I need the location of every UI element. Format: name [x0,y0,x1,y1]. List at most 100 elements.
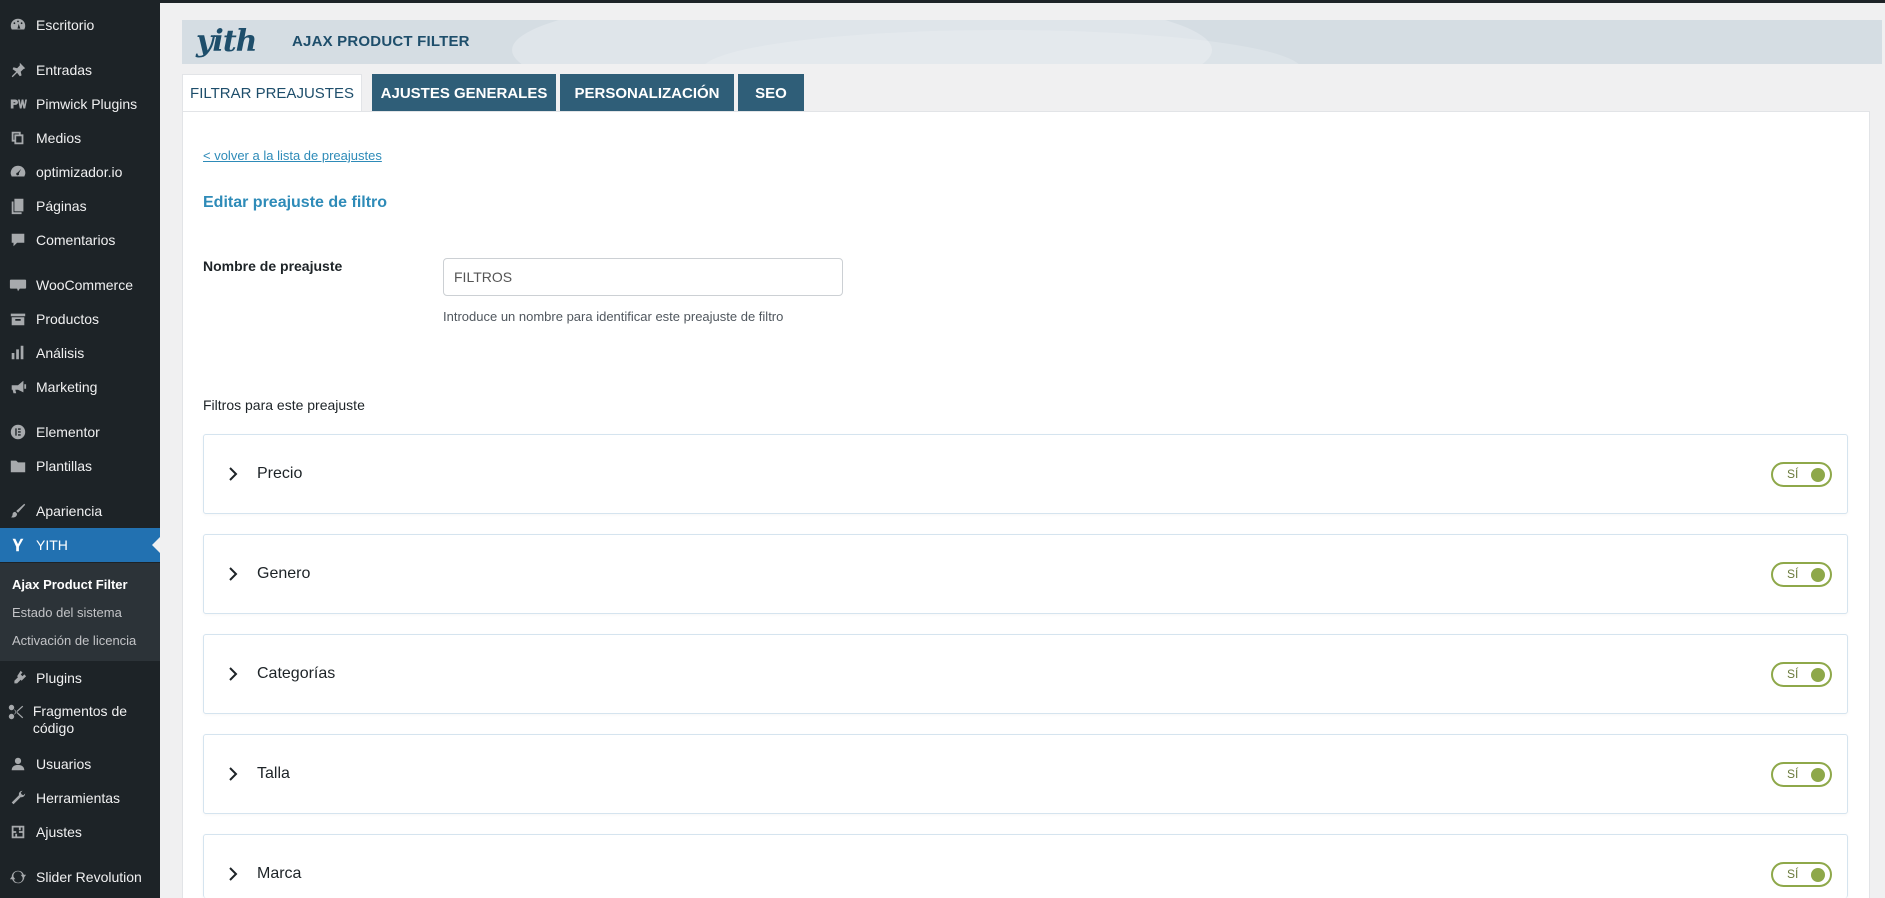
sidebar-item-marketing[interactable]: Marketing [0,370,160,404]
tab-filtrar-preajustes[interactable]: FILTRAR PREAJUSTES [182,74,362,112]
filter-enabled-toggle[interactable]: SÍ [1771,862,1832,887]
toggle-knob [1811,668,1825,682]
yith-submenu: Ajax Product Filter Estado del sistema A… [0,563,160,661]
pin-icon [0,61,36,79]
chevron-right-icon[interactable] [226,563,240,585]
sidebar-item-label: Fragmentos de código [32,703,128,736]
sidebar-item-woocommerce[interactable]: WooCommerce [0,268,160,302]
sidebar-item-ajustes[interactable]: Ajustes [0,815,160,849]
plugins-icon [0,669,36,687]
analytics-icon [0,344,36,362]
filter-row-genero[interactable]: Genero SÍ [203,534,1848,614]
filters-section-title: Filtros para este preajuste [203,397,365,413]
chevron-right-icon[interactable] [226,763,240,785]
sidebar-item-comentarios[interactable]: Comentarios [0,223,160,257]
sidebar-item-paginas[interactable]: Páginas [0,189,160,223]
sidebar-item-analisis[interactable]: Análisis [0,336,160,370]
plugin-header: yith AJAX PRODUCT FILTER [182,20,1882,64]
sidebar-item-label: Herramientas [36,789,121,806]
toggle-knob [1811,868,1825,882]
sidebar-item-yith[interactable]: YITH [0,528,160,562]
toggle-label: SÍ [1787,567,1799,581]
refresh-icon [0,868,36,886]
sidebar-item-plugins[interactable]: Plugins [0,661,160,695]
sidebar-item-slider-revolution[interactable]: Slider Revolution [0,860,160,894]
preset-name-label: Nombre de preajuste [203,258,343,274]
tab-ajustes-generales[interactable]: AJUSTES GENERALES [372,74,556,112]
sidebar-item-optimizador[interactable]: optimizador.io [0,155,160,189]
filter-name: Talla [257,765,290,782]
sidebar-item-productos[interactable]: Productos [0,302,160,336]
sidebar-item-label: Marketing [36,378,98,395]
sidebar-item-label: optimizador.io [36,163,123,180]
admin-top-strip [0,0,1885,3]
sidebar-item-escritorio[interactable]: Escritorio [0,8,160,42]
toggle-label: SÍ [1787,867,1799,881]
plugin-title: AJAX PRODUCT FILTER [292,33,470,50]
sidebar-item-label: YITH [36,536,68,553]
tab-seo[interactable]: SEO [738,74,804,112]
filter-row-marca[interactable]: Marca SÍ [203,834,1848,898]
submenu-item-estado-sistema[interactable]: Estado del sistema [12,605,122,620]
sidebar-item-herramientas[interactable]: Herramientas [0,781,160,815]
gauge-icon [0,163,36,181]
chevron-right-icon[interactable] [226,663,240,685]
filter-row-precio[interactable]: Precio SÍ [203,434,1848,514]
settings-icon [0,823,36,841]
chevron-right-icon[interactable] [226,863,240,885]
scissors-icon [0,703,33,721]
yith-icon [0,536,36,554]
sidebar-item-pimwick[interactable]: Pimwick Plugins [0,87,160,121]
dashboard-icon [0,16,36,34]
filter-row-categorias[interactable]: Categorías SÍ [203,634,1848,714]
sidebar-item-medios[interactable]: Medios [0,121,160,155]
megaphone-icon [0,378,36,396]
sidebar-item-apariencia[interactable]: Apariencia [0,494,160,528]
pimwick-icon [0,95,36,113]
submenu-item-ajax-product-filter[interactable]: Ajax Product Filter [12,577,128,592]
sidebar-item-label: Escritorio [36,16,95,33]
filter-enabled-toggle[interactable]: SÍ [1771,462,1832,487]
woo-icon [0,276,36,294]
sidebar-item-label: Medios [36,129,82,146]
sidebar-item-label: Plugins [36,669,82,686]
sidebar-item-label: Comentarios [36,231,116,248]
sidebar-item-label: Usuarios [36,755,92,772]
toggle-knob [1811,568,1825,582]
media-icon [0,129,36,147]
tab-personalizacion[interactable]: PERSONALIZACIÓN [560,74,734,112]
preset-name-input[interactable] [443,258,843,296]
submenu-item-activacion-licencia[interactable]: Activación de licencia [12,633,136,648]
yith-logo: yith [196,24,257,59]
comments-icon [0,231,36,249]
filter-enabled-toggle[interactable]: SÍ [1771,762,1832,787]
toggle-knob [1811,768,1825,782]
folder-icon [0,457,36,475]
filter-enabled-toggle[interactable]: SÍ [1771,662,1832,687]
filter-name: Marca [257,865,302,882]
sidebar-item-label: Análisis [36,344,85,361]
filter-row-talla[interactable]: Talla SÍ [203,734,1848,814]
sidebar-item-elementor[interactable]: Elementor [0,415,160,449]
sidebar-item-fragmentos[interactable]: Fragmentos de código [0,695,160,745]
chevron-right-icon[interactable] [226,463,240,485]
users-icon [0,755,36,773]
filter-enabled-toggle[interactable]: SÍ [1771,562,1832,587]
sidebar-item-label: Elementor [36,423,100,440]
sidebar-item-label: Plantillas [36,457,93,474]
sidebar-item-plantillas[interactable]: Plantillas [0,449,160,483]
preset-name-help: Introduce un nombre para identificar est… [443,309,784,324]
sidebar-item-usuarios[interactable]: Usuarios [0,747,160,781]
pages-icon [0,197,36,215]
sidebar-item-label: Páginas [36,197,87,214]
sidebar-item-entradas[interactable]: Entradas [0,53,160,87]
sidebar-item-label: Ajustes [36,823,82,840]
filter-name: Genero [257,565,311,582]
back-to-presets-link[interactable]: < volver a la lista de preajustes [203,148,382,163]
brush-icon [0,502,36,520]
page-title: Editar preajuste de filtro [203,194,388,211]
toggle-label: SÍ [1787,767,1799,781]
sidebar-item-label: Slider Revolution [36,868,142,885]
toggle-label: SÍ [1787,667,1799,681]
admin-sidebar: Escritorio Entradas Pimwick Plugins Medi… [0,0,160,898]
